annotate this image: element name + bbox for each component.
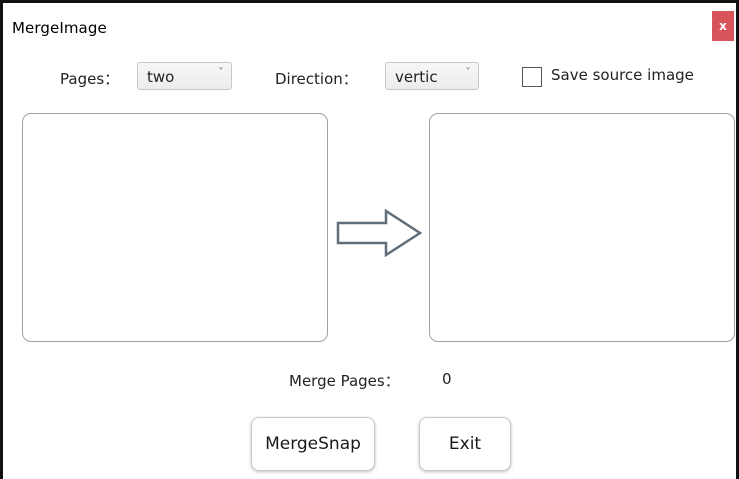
chevron-down-icon: ˇ [465,66,471,80]
save-source-label[interactable]: Save source image [551,66,694,84]
window-title: MergeImage [12,19,107,37]
merge-snap-button[interactable]: MergeSnap [251,417,375,471]
merge-snap-button-label: MergeSnap [265,434,361,454]
direction-select-value: vertic [395,68,438,86]
direction-select[interactable]: vertic ˇ [385,62,479,90]
direction-label: Direction： [275,70,358,88]
chevron-down-icon: ˇ [218,66,224,80]
pages-select-value: two [147,68,175,86]
exit-button-label: Exit [448,434,482,454]
save-source-checkbox[interactable] [522,67,542,87]
merge-image-window: MergeImage x Pages： two ˇ Direction： ver… [0,0,739,479]
pages-select[interactable]: two ˇ [137,62,232,90]
merge-pages-count: 0 [442,370,452,388]
merge-pages-label: Merge Pages： [289,372,400,390]
pages-label: Pages： [60,70,120,88]
close-icon: x [719,19,727,33]
right-arrow-icon [336,209,423,257]
merged-image-panel [429,113,735,342]
exit-button[interactable]: Exit [419,417,511,471]
close-button[interactable]: x [712,11,734,41]
source-image-panel [22,113,328,342]
